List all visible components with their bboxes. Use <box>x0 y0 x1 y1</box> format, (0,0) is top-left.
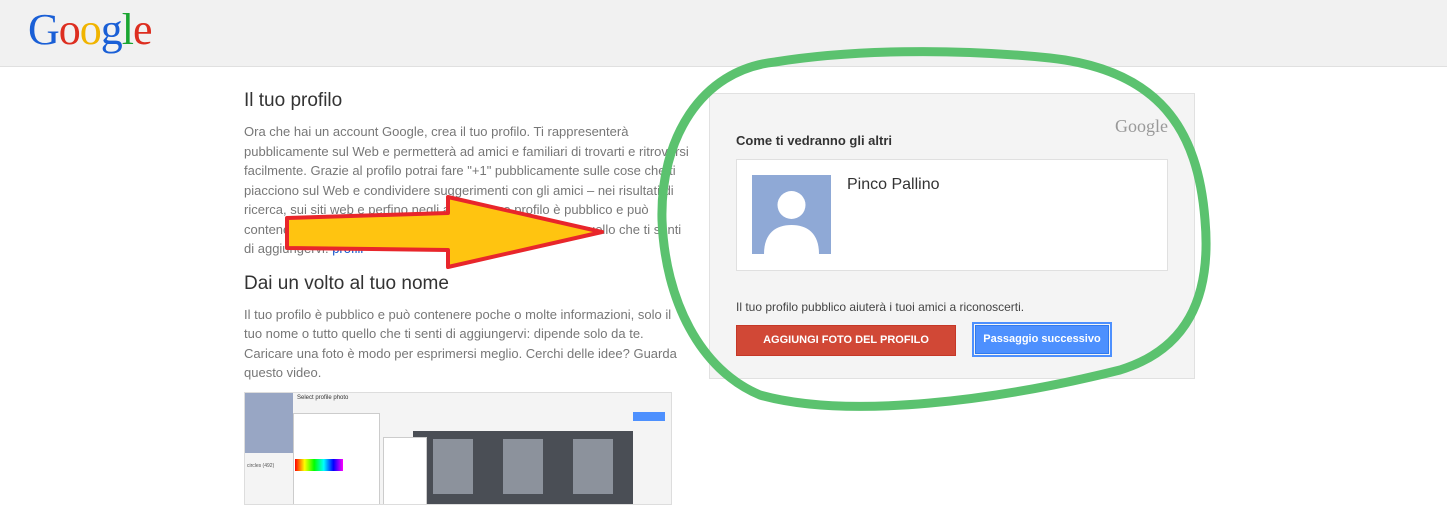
face-section: Dai un volto al tuo nome Il tuo profilo … <box>244 271 689 383</box>
profiles-link[interactable]: profili <box>332 241 363 256</box>
card-google-logo: Google <box>1115 116 1168 136</box>
logo-letter: e <box>133 5 153 54</box>
video-circles-label: circles (492) <box>247 463 275 469</box>
profile-heading: Il tuo profilo <box>244 90 343 111</box>
google-logo[interactable]: Google <box>28 5 153 54</box>
next-step-button[interactable]: Passaggio successivo <box>972 322 1112 357</box>
avatar-placeholder-icon <box>752 175 831 254</box>
logo-letter: G <box>28 5 60 54</box>
face-heading: Dai un volto al tuo nome <box>244 272 449 294</box>
helper-text: Il tuo profilo pubblico aiuterà i tuoi a… <box>736 300 1025 314</box>
profile-preview-card: Google Come ti vedranno gli altri Pinco … <box>709 93 1195 379</box>
video-player[interactable]: Select profile photo circles (492) <box>244 392 672 505</box>
left-content: Il tuo profilo Ora che hai un account Go… <box>244 88 689 383</box>
video-title: Select profile photo <box>297 395 349 401</box>
profile-description: Ora che hai un account Google, crea il t… <box>244 122 689 259</box>
profile-name: Pinco Pallino <box>847 176 940 193</box>
video-window <box>433 439 473 494</box>
video-avatar-thumb <box>245 393 293 453</box>
logo-letter: l <box>121 5 134 54</box>
profile-preview-box: Pinco Pallino <box>736 159 1168 271</box>
card-title: Come ti vedranno gli altri <box>736 133 893 148</box>
video-done-button <box>633 412 665 421</box>
logo-letter: o <box>79 5 102 54</box>
video-color-filter <box>295 459 343 471</box>
person-silhouette-icon <box>752 175 831 254</box>
video-window <box>573 439 613 494</box>
logo-letter: o <box>58 5 81 54</box>
video-effect-panel <box>383 437 427 504</box>
page-header: Google <box>0 0 1447 67</box>
logo-letter: g <box>100 5 123 54</box>
add-profile-photo-button[interactable]: AGGIUNGI FOTO DEL PROFILO <box>736 325 956 356</box>
face-description: Il tuo profilo è pubblico e può contener… <box>244 306 677 381</box>
video-scene <box>413 431 633 504</box>
video-window <box>503 439 543 494</box>
